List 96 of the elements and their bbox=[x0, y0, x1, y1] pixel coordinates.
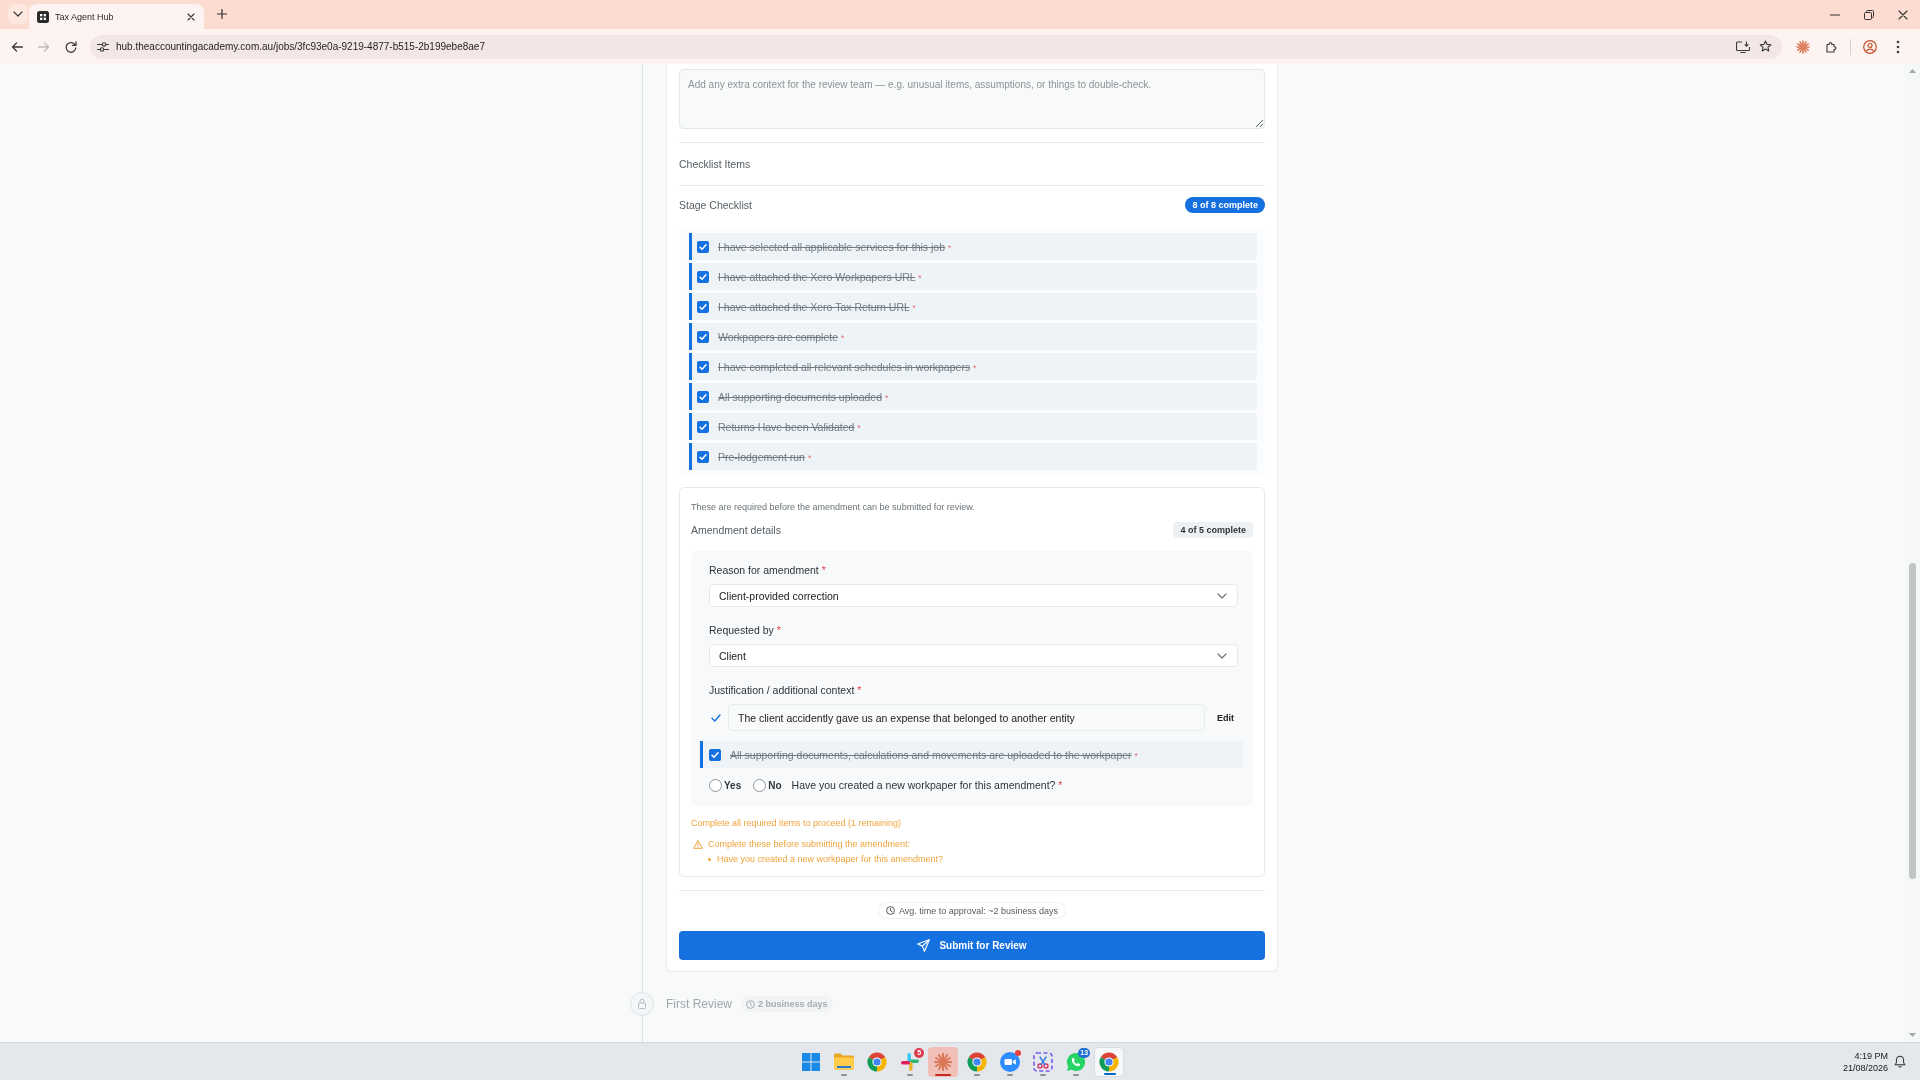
star-icon bbox=[1758, 40, 1772, 53]
duration-text: 2 business days bbox=[758, 999, 828, 1009]
minimize-icon bbox=[1830, 13, 1840, 16]
field-label: Justification / additional context * bbox=[709, 684, 863, 697]
triangle-up-icon bbox=[1909, 69, 1916, 73]
close-icon bbox=[1898, 9, 1908, 20]
reload-icon bbox=[65, 40, 77, 53]
chevron-down-icon bbox=[1217, 592, 1227, 599]
checklist-label: I have selected all applicable services for this job * bbox=[718, 240, 952, 253]
progress-text: Complete all required items to proceed (1 remaining) bbox=[691, 817, 903, 829]
checklist-item[interactable]: Returns Have been Validated * bbox=[689, 413, 1257, 440]
checklist-label: All supporting documents, calculations and movements are uploaded to the workpaper * bbox=[730, 748, 1138, 761]
taskbar-app[interactable] bbox=[928, 1046, 959, 1077]
radio-option[interactable]: No bbox=[753, 778, 782, 792]
taskbar-date[interactable]: 21/08/2026 bbox=[1842, 1061, 1888, 1074]
warning-item: Have you created a new workpaper for this amendment? bbox=[717, 853, 944, 865]
submit-button[interactable]: Submit for Review bbox=[679, 931, 1265, 960]
checklist-label: Returns Have been Validated * bbox=[718, 420, 861, 433]
bell-icon bbox=[1894, 1055, 1906, 1068]
checkbox[interactable] bbox=[697, 330, 709, 343]
restore-icon bbox=[1864, 9, 1874, 20]
address-bar[interactable]: hub.theaccountingacademy.com.au/jobs/3fc93e0a-9219-4877-b515-2b199ebe8ae7 bbox=[90, 34, 1782, 59]
checklist-label: All supporting documents uploaded * bbox=[718, 390, 889, 403]
checkbox[interactable] bbox=[709, 748, 721, 761]
checklist-item[interactable]: I have attached the Xero Tax Return URL * bbox=[689, 293, 1257, 320]
checklist-label: Workpapers are complete * bbox=[718, 330, 845, 343]
checklist-item[interactable]: All supporting documents uploaded * bbox=[689, 383, 1257, 410]
menu-icon bbox=[1896, 39, 1900, 54]
question-label: Have you created a new workpaper for this amendment? * bbox=[791, 779, 1063, 791]
checkbox[interactable] bbox=[697, 390, 709, 403]
checklist-item[interactable]: Pre-lodgement run * bbox=[689, 443, 1257, 470]
checklist-label: I have attached the Xero Workpapers URL * bbox=[718, 270, 922, 283]
notes-field[interactable]: Add any extra context for the review team — e.g. unusual items, assumptions, or things to double-check. bbox=[679, 69, 1265, 129]
radio-button[interactable] bbox=[753, 778, 767, 792]
stage-title: First Review bbox=[666, 997, 732, 1011]
close-icon bbox=[187, 12, 195, 21]
scrollbar-thumb[interactable] bbox=[1909, 563, 1916, 879]
checklist-item[interactable]: I have selected all applicable services for this job * bbox=[689, 233, 1257, 260]
taskbar-time[interactable]: 4:19 PM bbox=[1854, 1049, 1888, 1062]
chevron-down-icon bbox=[13, 11, 23, 17]
radio-option[interactable]: Yes bbox=[709, 778, 742, 792]
progress-badge: 8 of 8 complete bbox=[1185, 197, 1265, 213]
select-field[interactable]: Client bbox=[709, 644, 1238, 667]
segmented-circle-icon bbox=[1099, 1051, 1120, 1072]
square-logo-icon bbox=[37, 10, 49, 23]
select-field[interactable]: Client-provided correction bbox=[709, 584, 1238, 607]
scissors-icon bbox=[1032, 1051, 1053, 1072]
warning-icon bbox=[693, 839, 703, 849]
checklist-item[interactable]: All supporting documents, calculations and movements are uploaded to the workpaper * bbox=[700, 741, 1243, 768]
progress-badge: 4 of 5 complete bbox=[1173, 522, 1253, 538]
helper-text: These are required before the amendment can be submitted for review. bbox=[691, 501, 976, 513]
checklist-item[interactable]: I have attached the Xero Workpapers URL * bbox=[689, 263, 1257, 290]
segmented-circle-icon bbox=[867, 1051, 888, 1072]
chat-bubble-icon bbox=[1066, 1051, 1087, 1072]
arrow-left-icon bbox=[11, 41, 23, 52]
radio-button[interactable] bbox=[709, 778, 722, 792]
monitor-download-icon bbox=[1736, 40, 1750, 53]
four-squares-icon bbox=[801, 1052, 820, 1071]
checkbox[interactable] bbox=[697, 300, 709, 313]
folder-icon bbox=[833, 1053, 854, 1070]
warning-text: Complete these before submitting the amendment: bbox=[708, 838, 911, 850]
checkbox[interactable] bbox=[697, 360, 709, 373]
checklist-label: I have attached the Xero Tax Return URL * bbox=[718, 300, 916, 313]
field-label: Reason for amendment * bbox=[709, 564, 827, 577]
starburst-icon bbox=[934, 1052, 953, 1071]
bullet-icon bbox=[708, 857, 711, 861]
section-heading: Checklist Items bbox=[679, 157, 752, 172]
starburst-icon bbox=[1796, 39, 1810, 54]
triangle-down-icon bbox=[1909, 1033, 1916, 1037]
segmented-circle-icon bbox=[966, 1051, 987, 1072]
text-field[interactable]: The client accidently gave us an expense that belonged to another entity bbox=[728, 704, 1205, 731]
field-label: Requested by * bbox=[709, 624, 782, 637]
taskbar-app[interactable] bbox=[1094, 1046, 1125, 1077]
section-heading: Stage Checklist bbox=[679, 199, 752, 211]
browser-tab[interactable]: Tax Agent Hub bbox=[29, 4, 204, 29]
plus-icon bbox=[217, 9, 227, 19]
person-circle-icon bbox=[1863, 39, 1877, 54]
chevron-down-icon bbox=[1217, 652, 1227, 659]
arrow-right-icon bbox=[38, 41, 50, 52]
checklist-label: I have completed all relevant schedules in workpapers * bbox=[718, 360, 977, 373]
checkbox[interactable] bbox=[697, 270, 709, 283]
clock-icon bbox=[746, 999, 755, 1009]
tune-icon bbox=[97, 41, 109, 52]
checkbox[interactable] bbox=[697, 240, 709, 253]
section-heading: Amendment details bbox=[691, 524, 781, 536]
checklist-label: Pre-lodgement run * bbox=[718, 450, 812, 463]
video-camera-icon bbox=[999, 1051, 1020, 1072]
checkbox[interactable] bbox=[697, 420, 709, 433]
paper-plane-icon bbox=[917, 939, 931, 952]
checkbox[interactable] bbox=[697, 450, 709, 463]
puzzle-icon bbox=[1825, 40, 1837, 53]
checklist-item[interactable]: Workpapers are complete * bbox=[689, 323, 1257, 350]
approval-time-text: Avg. time to approval: ~2 business days bbox=[898, 905, 1059, 916]
clock-icon bbox=[885, 906, 895, 915]
checklist-item[interactable]: I have completed all relevant schedules in workpapers * bbox=[689, 353, 1257, 380]
edit-button[interactable]: Edit bbox=[1217, 710, 1234, 725]
